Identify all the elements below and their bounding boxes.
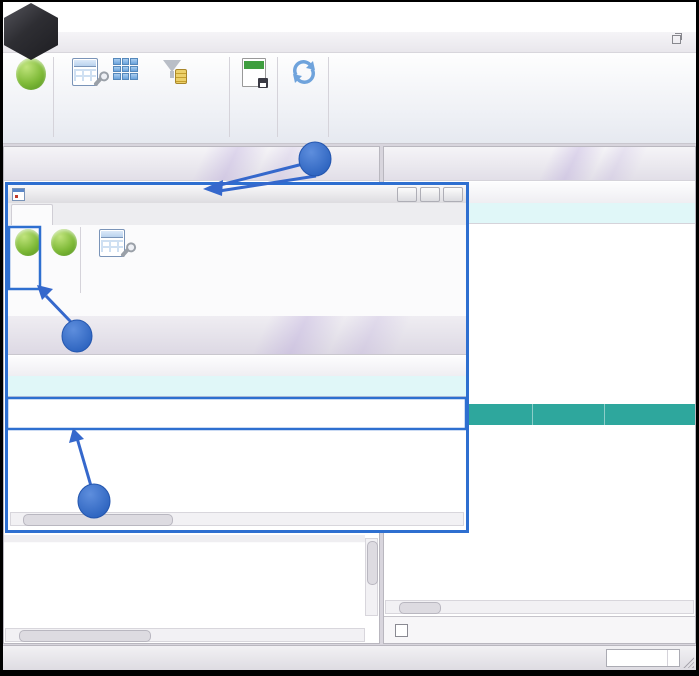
contract-type-dialog	[5, 182, 469, 533]
save-filter-button[interactable]	[149, 58, 199, 92]
dialog-tab-home[interactable]	[11, 204, 53, 225]
title-bar	[3, 2, 696, 32]
dialog-toolbar	[8, 225, 466, 298]
export-button[interactable]	[233, 58, 275, 95]
right-grid-horizontal-scrollbar[interactable]	[385, 600, 694, 614]
contract-type-grid	[8, 354, 466, 530]
scrollbar-thumb[interactable]	[19, 630, 151, 642]
dialog-title-bar[interactable]	[8, 185, 466, 204]
scrollbar-thumb[interactable]	[23, 514, 173, 526]
dialog-auto-filter-row[interactable]	[8, 376, 466, 397]
dialog-form-icon	[12, 188, 25, 201]
scroll-right-icon[interactable]	[351, 629, 363, 641]
ok-button[interactable]	[13, 229, 43, 264]
dialog-save-layout-button[interactable]	[84, 229, 140, 265]
status-bar	[3, 645, 696, 670]
scroll-right-icon[interactable]	[450, 513, 462, 525]
ribbon	[3, 53, 696, 144]
ribbon-tab-row	[3, 32, 696, 53]
date-field[interactable]	[606, 649, 680, 667]
scroll-right-icon[interactable]	[680, 601, 692, 613]
left-grid-horizontal-scrollbar[interactable]	[5, 628, 365, 642]
export-icon	[242, 58, 266, 87]
dialog-tab-strip	[8, 203, 466, 226]
refresh-button[interactable]	[282, 58, 326, 94]
dialog-back-icon	[51, 229, 77, 256]
right-group-by-area[interactable]	[384, 147, 695, 181]
workspaces-icon	[113, 58, 138, 80]
save-filter-icon	[161, 58, 187, 84]
save-layout-button[interactable]	[58, 58, 112, 94]
dialog-back-button[interactable]	[48, 229, 80, 264]
left-group-by-area[interactable]	[4, 147, 379, 181]
filter-enabled-checkbox[interactable]	[395, 624, 408, 637]
resize-grip[interactable]	[683, 657, 694, 668]
refresh-icon	[290, 58, 318, 86]
left-grid-vertical-scrollbar[interactable]	[365, 538, 378, 616]
dialog-minimize-icon[interactable]	[397, 187, 417, 202]
save-layout-icon	[72, 58, 98, 86]
grid-row-partial	[4, 535, 365, 543]
scrollbar-thumb[interactable]	[367, 541, 378, 585]
dialog-group-row	[8, 298, 466, 317]
dialog-close-icon[interactable]	[443, 187, 463, 202]
dialog-group-by-area[interactable]	[8, 316, 466, 354]
app-window	[0, 0, 699, 676]
scroll-down-icon[interactable]	[366, 603, 377, 615]
filter-panel	[384, 616, 695, 643]
scroll-left-icon[interactable]	[7, 629, 19, 641]
back-icon	[16, 58, 46, 90]
ok-icon	[15, 229, 41, 256]
scroll-left-icon[interactable]	[387, 601, 399, 613]
ribbon-restore-icon[interactable]	[672, 35, 681, 44]
back-button[interactable]	[11, 58, 51, 98]
dialog-horizontal-scrollbar[interactable]	[10, 512, 464, 526]
dialog-maximize-icon[interactable]	[420, 187, 440, 202]
dialog-save-layout-icon	[99, 229, 125, 257]
scrollbar-thumb[interactable]	[399, 602, 441, 614]
